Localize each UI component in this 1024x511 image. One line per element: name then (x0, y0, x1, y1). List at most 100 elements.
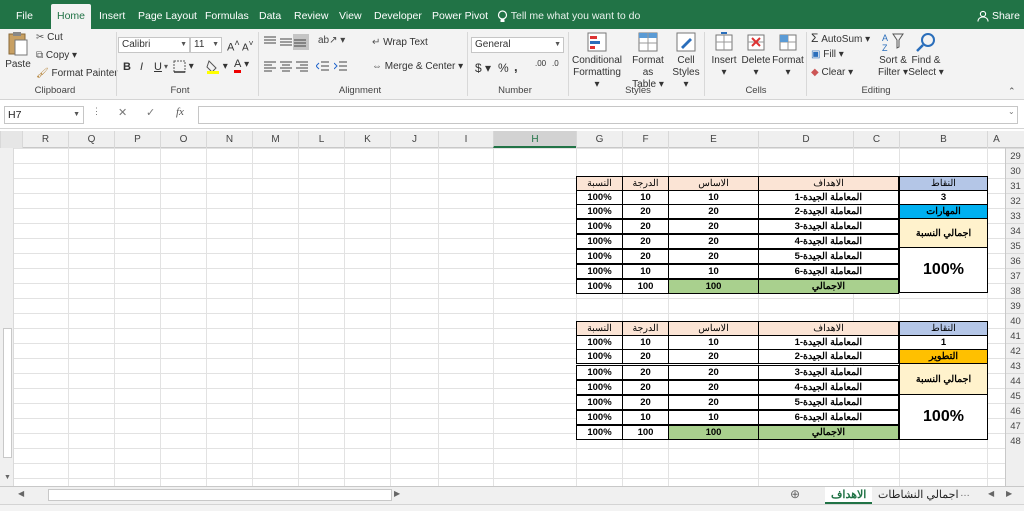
add-sheet-icon[interactable]: ⊕ (790, 487, 800, 501)
tab-insert[interactable]: Insert (99, 0, 125, 29)
ratio-cell[interactable]: 100% (576, 190, 623, 205)
goal-cell[interactable]: 1-المعاملة الجيدة (758, 190, 899, 205)
tab-view[interactable]: View (339, 0, 362, 29)
base-cell[interactable]: 20 (668, 395, 759, 410)
total-base-cell[interactable]: 100 (668, 279, 759, 294)
header-ratio[interactable]: النسبة (576, 176, 623, 191)
row-header[interactable]: 32 (1006, 193, 1024, 208)
sheet-tab-activities-total[interactable]: اجمالي النشاطات (872, 487, 965, 504)
insert-function-icon[interactable]: fx (176, 106, 184, 118)
align-left-button[interactable] (263, 60, 277, 72)
total-ratio-cell[interactable]: 100% (576, 279, 623, 294)
align-right-button[interactable] (295, 60, 309, 72)
more-sheets-icon[interactable]: … (960, 488, 970, 499)
ratio-cell[interactable]: 100% (576, 249, 623, 264)
format-cells-button[interactable]: Format ▾ (772, 31, 804, 79)
goal-cell[interactable]: 1-المعاملة الجيدة (758, 335, 899, 350)
header-base[interactable]: الاساس (668, 176, 759, 191)
format-painter-button[interactable]: 🖌 Format Painter (36, 68, 118, 79)
cell-styles-button[interactable]: Cell Styles ▾ (670, 31, 702, 91)
goal-cell[interactable]: 3-المعاملة الجيدة (758, 219, 899, 234)
col-header-e[interactable]: E (668, 131, 758, 148)
horizontal-scrollbar[interactable] (48, 489, 392, 501)
orientation-button[interactable]: ab↗ ▾ (318, 35, 345, 46)
col-header-l[interactable]: L (298, 131, 344, 148)
col-header-q[interactable]: Q (68, 131, 114, 148)
col-header-o[interactable]: O (160, 131, 206, 148)
ratio-cell[interactable]: 100% (576, 264, 623, 279)
ratio-cell[interactable]: 100% (576, 335, 623, 350)
row-header[interactable]: 46 (1006, 403, 1024, 418)
font-size-select[interactable]: 11 ▼ (190, 37, 222, 53)
tell-me-search[interactable]: Tell me what you want to do (497, 0, 640, 29)
share-button[interactable]: Share (977, 0, 1020, 29)
total-ratio-value[interactable]: 100% (899, 247, 988, 293)
base-cell[interactable]: 20 (668, 219, 759, 234)
borders-button[interactable]: ▾ (173, 60, 194, 73)
copy-button[interactable]: ⧉ Copy ▾ (36, 50, 77, 61)
goal-cell[interactable]: 3-المعاملة الجيدة (758, 365, 899, 380)
goal-cell[interactable]: 5-المعاملة الجيدة (758, 249, 899, 264)
ratio-cell[interactable]: 100% (576, 349, 623, 364)
goal-cell[interactable]: 2-المعاملة الجيدة (758, 204, 899, 219)
row-header[interactable]: 41 (1006, 328, 1024, 343)
header-points[interactable]: النقاط (899, 176, 988, 191)
decrease-indent-button[interactable] (316, 60, 330, 72)
prev-sheet-icon[interactable]: ◀ (988, 489, 994, 498)
total-label-cell[interactable]: الاجمالي (758, 279, 899, 294)
collapse-ribbon-icon[interactable]: ⌃ (1008, 86, 1016, 97)
grade-cell[interactable]: 20 (622, 219, 669, 234)
ratio-cell[interactable]: 100% (576, 234, 623, 249)
goal-cell[interactable]: 4-المعاملة الجيدة (758, 380, 899, 395)
row-header[interactable]: 43 (1006, 358, 1024, 373)
find-select-button[interactable]: Find & Select ▾ (908, 31, 944, 79)
tab-review[interactable]: Review (294, 0, 328, 29)
category-label[interactable]: التطوير (899, 349, 988, 364)
tab-page-layout[interactable]: Page Layout (138, 0, 197, 29)
base-cell[interactable]: 20 (668, 365, 759, 380)
expand-formula-icon[interactable]: ⌄ (1008, 107, 1015, 116)
header-points[interactable]: النقاط (899, 321, 988, 336)
ratio-cell[interactable]: 100% (576, 395, 623, 410)
total-ratio-label[interactable]: اجمالي النسبة (899, 363, 988, 395)
total-ratio-cell[interactable]: 100% (576, 425, 623, 440)
points-value[interactable]: 3 (899, 190, 988, 205)
col-header-g[interactable]: G (576, 131, 622, 148)
sort-filter-button[interactable]: AZ Sort & Filter ▾ (876, 31, 910, 79)
tab-power-pivot[interactable]: Power Pivot (432, 0, 488, 29)
scroll-thumb[interactable] (3, 328, 12, 458)
next-sheet-icon[interactable]: ▶ (1006, 489, 1012, 498)
grade-cell[interactable]: 10 (622, 410, 669, 425)
align-top-button[interactable] (263, 36, 277, 48)
header-grade[interactable]: الدرجة (622, 321, 669, 336)
comma-style-button[interactable]: , (514, 59, 518, 74)
header-grade[interactable]: الدرجة (622, 176, 669, 191)
grade-cell[interactable]: 20 (622, 234, 669, 249)
tab-data[interactable]: Data (259, 0, 281, 29)
percent-button[interactable]: % (498, 61, 509, 75)
category-label[interactable]: المهارات (899, 204, 988, 219)
decrease-decimal-button[interactable]: .0 (552, 60, 559, 68)
grade-cell[interactable]: 20 (622, 249, 669, 264)
scroll-right-icon[interactable]: ▶ (394, 489, 400, 498)
number-format-select[interactable]: General ▼ (471, 37, 564, 53)
formula-input[interactable] (198, 106, 1018, 124)
merge-center-button[interactable]: ⇔ Merge & Center ▾ (372, 61, 463, 72)
cancel-icon[interactable]: ✕ (118, 106, 127, 119)
align-middle-button[interactable] (279, 36, 293, 48)
sheet-tab-goals[interactable]: الاهداف (825, 487, 873, 504)
goal-cell[interactable]: 5-المعاملة الجيدة (758, 395, 899, 410)
font-name-select[interactable]: Calibri ▼ (118, 37, 190, 53)
col-header-m[interactable]: M (252, 131, 298, 148)
row-header[interactable]: 30 (1006, 163, 1024, 178)
grade-cell[interactable]: 10 (622, 190, 669, 205)
total-grade-cell[interactable]: 100 (622, 279, 669, 294)
total-base-cell[interactable]: 100 (668, 425, 759, 440)
ratio-cell[interactable]: 100% (576, 410, 623, 425)
grade-cell[interactable]: 20 (622, 395, 669, 410)
ratio-cell[interactable]: 100% (576, 204, 623, 219)
header-base[interactable]: الاساس (668, 321, 759, 336)
scroll-left-icon[interactable]: ◀ (18, 489, 24, 498)
header-goals[interactable]: الاهداف (758, 321, 899, 336)
currency-button[interactable]: $ ▾ (475, 61, 491, 75)
